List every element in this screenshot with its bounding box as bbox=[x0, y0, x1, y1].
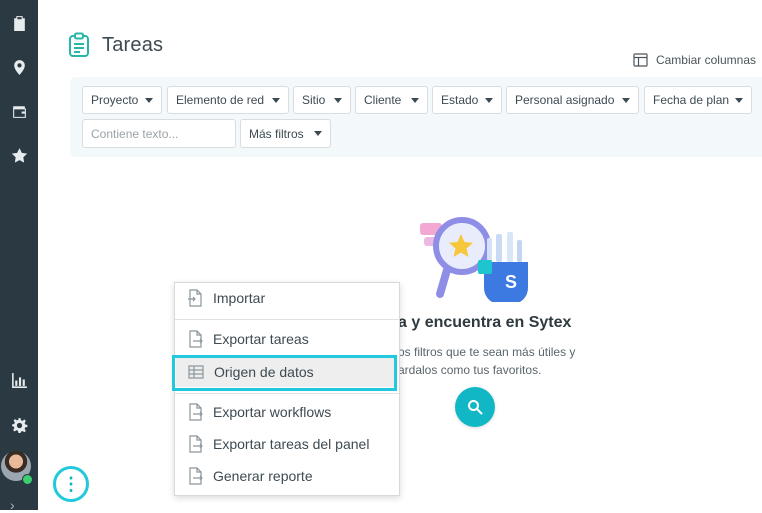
bar-chart-icon[interactable] bbox=[7, 368, 31, 392]
filter-personal-asignado[interactable]: Personal asignado bbox=[506, 86, 639, 114]
more-filters-button[interactable]: Más filtros bbox=[240, 119, 331, 148]
svg-text:S: S bbox=[505, 272, 517, 292]
export-file-icon bbox=[189, 435, 203, 453]
menu-item-generar-reporte[interactable]: Generar reporte bbox=[175, 461, 399, 491]
filter-label: Proyecto bbox=[91, 93, 139, 107]
filter-estado[interactable]: Estado bbox=[432, 86, 502, 114]
star-icon[interactable] bbox=[7, 143, 31, 167]
caret-down-icon bbox=[485, 97, 493, 103]
empty-state-line-1: os filtros que te sean más útiles y bbox=[398, 345, 576, 359]
menu-item-origen-de-datos[interactable]: Origen de datos bbox=[176, 357, 396, 387]
search-button[interactable] bbox=[455, 387, 495, 427]
table-icon bbox=[188, 365, 204, 379]
report-file-icon bbox=[189, 467, 203, 485]
wallet-icon[interactable] bbox=[7, 99, 31, 123]
caret-down-icon bbox=[145, 97, 153, 103]
menu-item-label: Exportar workflows bbox=[213, 404, 332, 420]
export-file-icon bbox=[189, 330, 203, 348]
location-pin-icon[interactable] bbox=[7, 55, 31, 79]
filter-fecha-de-plan[interactable]: Fecha de plan bbox=[644, 86, 752, 114]
change-columns-button[interactable]: Cambiar columnas bbox=[633, 53, 756, 67]
empty-state-heading: a y encuentra en Sytex bbox=[398, 314, 572, 331]
online-status-dot bbox=[22, 474, 33, 485]
menu-item-label: Exportar tareas del panel bbox=[213, 436, 370, 452]
filter-label: Estado bbox=[441, 93, 479, 107]
menu-divider bbox=[175, 393, 399, 394]
search-icon bbox=[468, 400, 483, 415]
menu-item-exportar-workflows[interactable]: Exportar workflows bbox=[175, 397, 399, 427]
menu-item-exportar-tareas[interactable]: Exportar tareas bbox=[175, 324, 399, 354]
caret-down-icon bbox=[411, 97, 419, 103]
menu-item-label: Importar bbox=[213, 290, 266, 306]
change-columns-label: Cambiar columnas bbox=[655, 53, 756, 67]
empty-state-description: os filtros que te sean más útiles y arda… bbox=[398, 343, 575, 379]
more-options-button[interactable]: ⋮ bbox=[53, 466, 89, 502]
more-filters-label: Más filtros bbox=[249, 126, 304, 141]
caret-down-icon bbox=[334, 97, 342, 103]
filter-proyecto[interactable]: Proyecto bbox=[82, 86, 162, 114]
more-options-menu: Importar Exportar tareas Origen de datos… bbox=[174, 282, 400, 496]
page-title: Tareas bbox=[102, 34, 164, 56]
caret-down-icon bbox=[272, 97, 280, 103]
search-illustration: S bbox=[420, 217, 528, 302]
clipboard-title-icon bbox=[69, 32, 89, 57]
menu-divider bbox=[175, 319, 399, 320]
menu-item-importar[interactable]: Importar bbox=[175, 283, 399, 313]
caret-down-icon bbox=[735, 97, 743, 103]
sidebar: › bbox=[0, 0, 38, 512]
filter-cliente[interactable]: Cliente bbox=[355, 86, 428, 114]
menu-item-label: Origen de datos bbox=[214, 364, 314, 380]
caret-down-icon bbox=[622, 97, 630, 103]
filter-label: Personal asignado bbox=[515, 93, 615, 107]
filter-label: Elemento de red bbox=[176, 93, 265, 107]
menu-item-exportar-tareas-del-panel[interactable]: Exportar tareas del panel bbox=[175, 429, 399, 459]
chevron-right-icon[interactable]: › bbox=[10, 498, 15, 512]
gear-icon[interactable] bbox=[7, 413, 31, 437]
clipboard-icon[interactable] bbox=[7, 11, 31, 35]
filter-label: Fecha de plan bbox=[653, 93, 730, 107]
filter-elemento-de-red[interactable]: Elemento de red bbox=[167, 86, 289, 114]
columns-icon bbox=[633, 53, 648, 67]
filter-sitio[interactable]: Sitio bbox=[293, 86, 351, 114]
menu-item-label: Exportar tareas bbox=[213, 331, 309, 347]
filter-label: Cliente bbox=[364, 93, 402, 107]
search-input[interactable] bbox=[82, 119, 236, 148]
caret-down-icon bbox=[314, 131, 322, 136]
filter-label: Sitio bbox=[302, 93, 326, 107]
export-file-icon bbox=[189, 403, 203, 421]
menu-item-label: Generar reporte bbox=[213, 468, 313, 484]
empty-state-line-2: ardalos como tus favoritos. bbox=[398, 363, 542, 377]
import-file-icon bbox=[188, 289, 202, 307]
